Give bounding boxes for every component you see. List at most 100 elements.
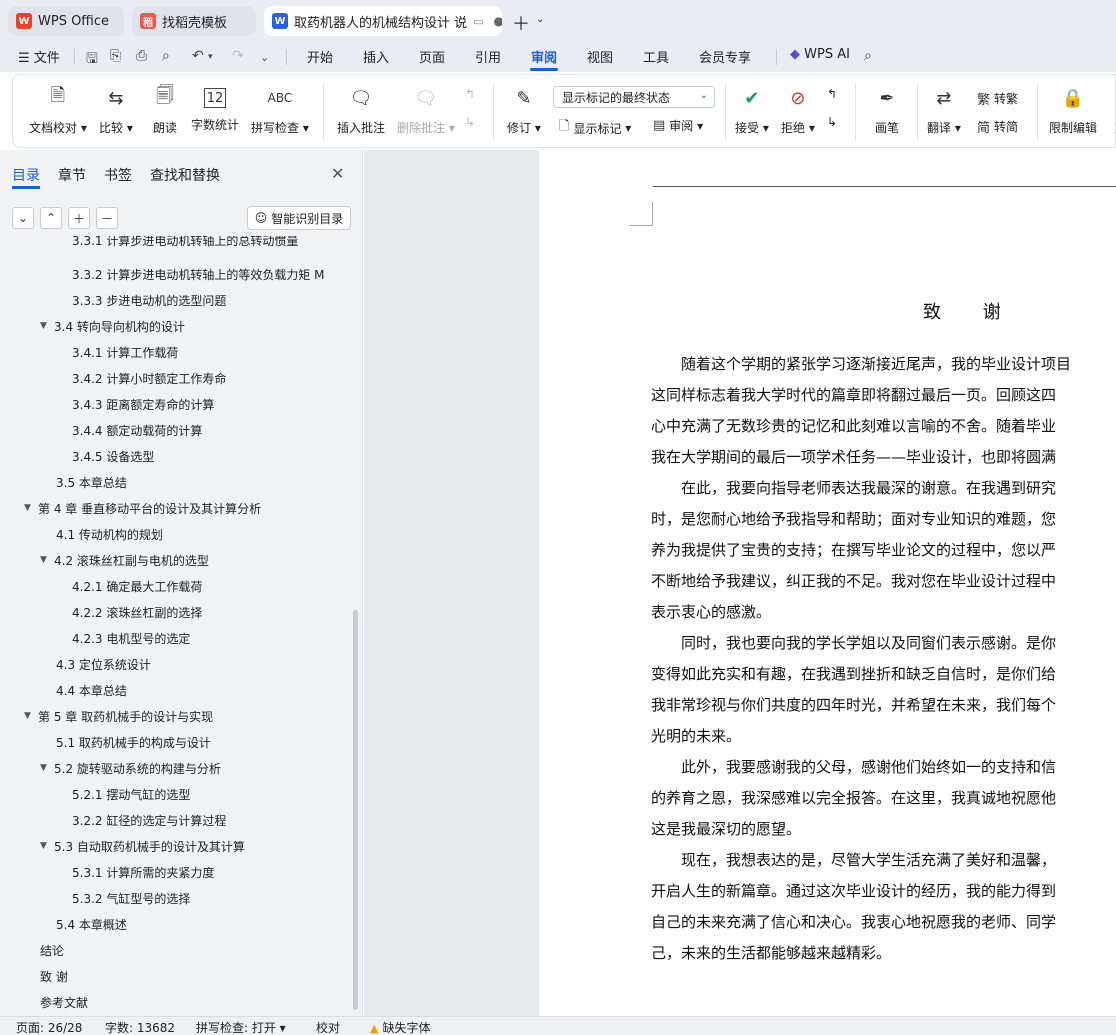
menu-reference[interactable]: 引用 xyxy=(475,47,501,66)
tab-docer-templates[interactable]: 稻 找稻壳模板 xyxy=(132,6,256,36)
save-icon[interactable]: 🖫 xyxy=(86,48,98,72)
expand-caret-icon[interactable]: ▼ xyxy=(40,763,54,773)
doc-check-button[interactable]: 🗎 文档校对 ▾ xyxy=(29,85,87,136)
nav-tab-toc[interactable]: 目录 xyxy=(12,165,40,185)
show-markup-button[interactable]: 🗋 显示标记 ▾ xyxy=(559,117,631,139)
translate-button[interactable]: ⇄ 翻译 ▾ xyxy=(927,85,961,136)
accept-button[interactable]: ✔ 接受 ▾ xyxy=(735,85,769,136)
toc-item[interactable]: 4.2.3 电机型号的选定 xyxy=(72,628,190,648)
export-icon[interactable]: ⎘ xyxy=(110,48,121,64)
track-changes-button[interactable]: ✎ 修订 ▾ xyxy=(507,85,541,136)
prev-change-icon[interactable]: ↰ xyxy=(827,87,837,101)
prev-comment-icon[interactable]: ↰ xyxy=(465,87,475,101)
page-indicator[interactable]: 页面: 26/28 xyxy=(16,1019,82,1035)
chevron-up-icon[interactable]: ⌃ xyxy=(40,207,62,229)
review-pane-button[interactable]: ▤ 审阅 ▾ xyxy=(653,117,703,134)
menu-review[interactable]: 审阅 xyxy=(531,47,557,66)
menu-page[interactable]: 页面 xyxy=(419,47,445,66)
toc-item[interactable]: ▼ 5.3 自动取药机械手的设计及其计算 xyxy=(40,836,245,856)
document-page[interactable]: 致 谢 随着这个学期的紧张学习逐渐接近尾声，我的毕业设计项目 这同样标志着我大学时… xyxy=(539,150,1116,1016)
window-icon[interactable]: ▭ xyxy=(473,15,483,28)
toc-item[interactable]: 3.3.2 计算步进电动机转轴上的等效负载力矩 M xyxy=(72,264,325,284)
menu-member[interactable]: 会员专享 xyxy=(699,47,751,66)
toc-item[interactable]: 致 谢 xyxy=(40,966,68,986)
read-aloud-button[interactable]: 🗐 朗读 xyxy=(151,85,179,136)
toc-item[interactable]: ▼ 第 5 章 取药机械手的设计与实现 xyxy=(24,706,213,726)
expand-caret-icon[interactable]: ▼ xyxy=(40,555,54,565)
menu-insert[interactable]: 插入 xyxy=(363,47,389,66)
toc-item[interactable]: ▼ 5.2 旋转驱动系统的构建与分析 xyxy=(40,758,221,778)
toc-item[interactable]: 3.4.1 计算工作载荷 xyxy=(72,342,178,362)
search-icon[interactable]: ⌕ xyxy=(864,48,872,64)
toc-item[interactable]: 3.4.4 额定动载荷的计算 xyxy=(72,420,202,440)
to-simplified-button[interactable]: 简转简 xyxy=(977,117,1018,136)
toc-item[interactable]: 5.3.1 计算所需的夹紧力度 xyxy=(72,862,214,882)
toc-item[interactable]: 4.1 传动机构的规划 xyxy=(56,524,163,544)
toc-item[interactable]: 4.2.1 确定最大工作载荷 xyxy=(72,576,202,596)
new-tab-plus-icon[interactable]: ＋ xyxy=(512,10,530,36)
toc-item[interactable]: 3.4.2 计算小时额定工作寿命 xyxy=(72,368,226,388)
spell-check-status[interactable]: 拼写检查: 打开 ▾ xyxy=(196,1019,286,1035)
proofread-status[interactable]: 校对 xyxy=(316,1019,340,1035)
toc-item[interactable]: 5.1 取药机械手的构成与设计 xyxy=(56,732,211,752)
redo-icon[interactable]: ↷ xyxy=(232,48,244,64)
toc-item[interactable]: 4.4 本章总结 xyxy=(56,680,127,700)
expand-caret-icon[interactable]: ▼ xyxy=(40,841,54,851)
toc-item[interactable]: 3.4.5 设备选型 xyxy=(72,446,154,466)
print-preview-icon[interactable]: ⌕ xyxy=(162,48,170,64)
menu-start[interactable]: 开始 xyxy=(307,47,333,66)
undo-chevron-icon[interactable]: ▾ xyxy=(208,52,213,62)
spell-check-button[interactable]: ABC 拼写检查 ▾ xyxy=(251,85,309,136)
toc-item[interactable]: 5.4 本章概述 xyxy=(56,914,127,934)
toc-item[interactable]: 3.2.2 缸径的选定与计算过程 xyxy=(72,810,226,830)
toc-item[interactable]: 5.3.2 气缸型号的选择 xyxy=(72,888,190,908)
nav-tab-chapters[interactable]: 章节 xyxy=(58,165,86,185)
to-traditional-button[interactable]: 繁转繁 xyxy=(977,89,1018,108)
toc-item[interactable]: 参考文献 xyxy=(40,992,88,1012)
nav-tab-find-replace[interactable]: 查找和替换 xyxy=(150,165,220,185)
wps-ai-button[interactable]: ◆ WPS AI xyxy=(790,47,850,62)
word-count-button[interactable]: 12 字数统计 xyxy=(191,85,239,133)
file-menu[interactable]: ☰ 文件 xyxy=(18,47,60,66)
toc-item[interactable]: 4.2.2 滚珠丝杠副的选择 xyxy=(72,602,202,622)
unsaved-dot-icon[interactable]: ● xyxy=(494,14,502,28)
menu-tools[interactable]: 工具 xyxy=(643,47,669,66)
nav-tab-bookmarks[interactable]: 书签 xyxy=(104,165,132,185)
toc-item[interactable]: 结论 xyxy=(40,940,64,960)
menu-view[interactable]: 视图 xyxy=(587,47,613,66)
tab-wps-office[interactable]: W WPS Office xyxy=(8,6,124,36)
toc-scrollbar[interactable] xyxy=(353,610,358,1010)
expand-caret-icon[interactable]: ▼ xyxy=(24,503,38,513)
smart-toc-button[interactable]: ☺ 智能识别目录 xyxy=(247,206,351,230)
toc-item[interactable]: 4.3 定位系统设计 xyxy=(56,654,151,674)
toc-item[interactable]: 3.3.1 计算步进电动机转轴上的总转动惯量 xyxy=(72,236,298,250)
next-change-icon[interactable]: ↳ xyxy=(827,115,837,129)
remove-heading-minus-icon[interactable]: － xyxy=(96,207,118,229)
toc-item[interactable]: ▼ 4.2 滚珠丝杠副与电机的选型 xyxy=(40,550,209,570)
add-heading-plus-icon[interactable]: ＋ xyxy=(68,207,90,229)
toc-item[interactable]: ▼ 3.4 转向导向机构的设计 xyxy=(40,316,185,336)
next-comment-icon[interactable]: ↳ xyxy=(465,115,475,129)
delete-comment-button[interactable]: 🗨 删除批注 ▾ xyxy=(397,85,455,136)
collapse-all-chevron-down-icon[interactable]: ⌄ xyxy=(12,207,34,229)
missing-font-status[interactable]: ▲ 缺失字体 xyxy=(370,1019,430,1035)
close-icon[interactable]: ✕ xyxy=(331,164,344,183)
compare-button[interactable]: ⇆ 比较 ▾ xyxy=(99,85,133,136)
toc-item[interactable]: 5.2.1 摆动气缸的选型 xyxy=(72,784,190,804)
print-icon[interactable]: ⎙ xyxy=(136,48,147,64)
markup-mode-select[interactable]: 显示标记的最终状态 ⌄ xyxy=(553,86,715,108)
more-chevron-icon[interactable]: ⌄ xyxy=(260,51,269,64)
toc-item[interactable]: ▼ 第 4 章 垂直移动平台的设计及其计算分析 xyxy=(24,498,261,518)
expand-caret-icon[interactable]: ▼ xyxy=(40,321,54,331)
tab-list-chevron-icon[interactable]: ⌄ xyxy=(536,14,544,25)
expand-caret-icon[interactable]: ▼ xyxy=(24,711,38,721)
toc-item[interactable]: 3.3.3 步进电动机的选型问题 xyxy=(72,290,226,310)
ribbon-overflow-button[interactable]: 文 xyxy=(1107,85,1116,136)
restrict-editing-button[interactable]: 🔒 限制编辑 xyxy=(1049,85,1097,136)
word-count-status[interactable]: 字数: 13682 xyxy=(105,1019,175,1035)
toc-item[interactable]: 3.4.3 距离额定寿命的计算 xyxy=(72,394,214,414)
insert-comment-button[interactable]: 🗨 插入批注 xyxy=(337,85,385,136)
toc-item[interactable]: 3.5 本章总结 xyxy=(56,472,127,492)
reject-button[interactable]: ⊘ 拒绝 ▾ xyxy=(781,85,815,136)
ink-button[interactable]: ✒ 画笔 xyxy=(873,85,901,136)
